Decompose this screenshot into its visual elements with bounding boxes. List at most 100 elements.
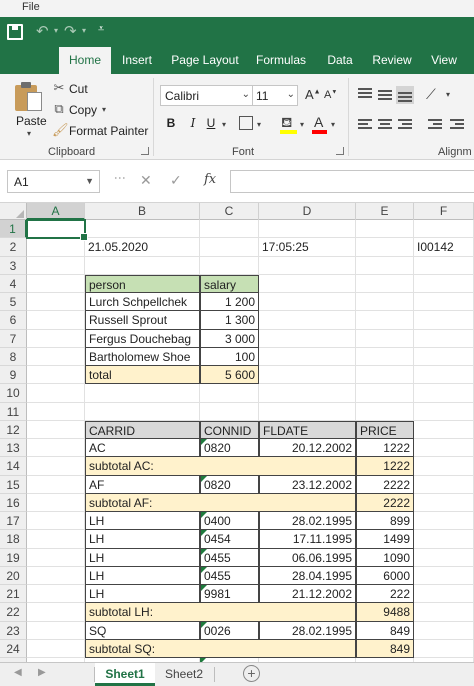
cell[interactable] [27, 274, 85, 293]
customize-qat-icon[interactable]: ⩡ [98, 23, 104, 36]
flight-fldate[interactable]: 28.02.1995 [259, 621, 356, 640]
cell[interactable] [414, 274, 474, 293]
scroll-left-icon[interactable]: ◀ [14, 667, 22, 678]
copy-dropdown-icon[interactable]: ▾ [102, 105, 106, 114]
cell[interactable] [356, 384, 414, 403]
row-header[interactable]: 22 [0, 603, 27, 622]
align-left-icon[interactable] [356, 116, 374, 134]
cell[interactable] [27, 585, 85, 604]
row-header[interactable]: 18 [0, 530, 27, 549]
cell[interactable] [200, 384, 259, 403]
salary-value[interactable]: 3 000 [200, 329, 259, 348]
tab-review[interactable]: Review [367, 47, 417, 74]
salary-total-value[interactable]: 5 600 [200, 366, 259, 385]
redo-icon[interactable]: ↷ [64, 22, 77, 40]
flight-fldate[interactable]: 17.11.1995 [259, 530, 356, 549]
row-header[interactable]: 15 [0, 475, 27, 494]
cell[interactable] [414, 366, 474, 385]
bold-button[interactable]: B [164, 116, 178, 134]
row-header[interactable]: 7 [0, 329, 27, 348]
enter-icon[interactable]: ✓ [170, 172, 182, 189]
insert-function-button[interactable]: fx [204, 172, 216, 187]
flight-header[interactable]: FLDATE [259, 420, 356, 439]
cell[interactable] [414, 439, 474, 458]
cell[interactable] [356, 366, 414, 385]
cell[interactable] [356, 220, 414, 239]
salary-header-salary[interactable]: salary [200, 274, 259, 293]
scroll-right-icon[interactable]: ▶ [38, 667, 46, 678]
cell[interactable] [259, 347, 356, 366]
salary-person[interactable]: Fergus Douchebag [85, 329, 200, 348]
cell[interactable] [356, 274, 414, 293]
row-header[interactable]: 4 [0, 274, 27, 293]
subtotal-label[interactable]: subtotal SQ: [85, 639, 356, 658]
underline-dropdown-icon[interactable]: ▾ [222, 120, 226, 129]
cell[interactable] [259, 329, 356, 348]
file-menu[interactable]: File [22, 1, 40, 13]
cell[interactable] [85, 384, 200, 403]
flight-fldate[interactable]: 06.06.1995 [259, 548, 356, 567]
cell[interactable] [200, 238, 259, 257]
flight-connid[interactable]: 9981 [200, 585, 259, 604]
font-color-dropdown-icon[interactable]: ▾ [331, 120, 335, 129]
tab-home[interactable]: Home [59, 47, 111, 74]
cell[interactable] [27, 256, 85, 275]
salary-total-label[interactable]: total [85, 366, 200, 385]
cell[interactable] [414, 384, 474, 403]
flight-carrid[interactable]: LH [85, 585, 200, 604]
cell[interactable] [414, 639, 474, 658]
flight-connid[interactable]: 0820 [200, 475, 259, 494]
cell[interactable] [85, 256, 200, 275]
cell[interactable] [356, 347, 414, 366]
cell[interactable] [27, 603, 85, 622]
tab-formulas[interactable]: Formulas [250, 47, 312, 74]
middle-align-icon[interactable] [376, 86, 394, 104]
cell[interactable] [259, 311, 356, 330]
flight-fldate[interactable]: 20.12.2002 [259, 439, 356, 458]
cell[interactable] [85, 402, 200, 421]
row-header[interactable]: 20 [0, 566, 27, 585]
orientation-dropdown-icon[interactable]: ▾ [446, 90, 450, 99]
cell[interactable] [200, 256, 259, 275]
row-header[interactable]: 16 [0, 493, 27, 512]
cell[interactable] [356, 238, 414, 257]
cell[interactable] [27, 530, 85, 549]
cell[interactable] [414, 311, 474, 330]
row-header[interactable]: 21 [0, 585, 27, 604]
top-align-icon[interactable] [356, 86, 374, 104]
flight-price[interactable]: 1222 [356, 439, 414, 458]
fill-color-dropdown-icon[interactable]: ▾ [300, 120, 304, 129]
row-header[interactable]: 10 [0, 384, 27, 403]
flight-fldate[interactable]: 28.02.1995 [259, 512, 356, 531]
cell[interactable] [200, 220, 259, 239]
paste-icon[interactable] [15, 82, 43, 112]
cell[interactable] [414, 530, 474, 549]
select-all-button[interactable] [0, 203, 27, 220]
increase-indent-icon[interactable] [448, 116, 466, 134]
cell[interactable] [414, 585, 474, 604]
subtotal-value[interactable]: 2222 [356, 493, 414, 512]
cell-f2[interactable]: I00142 [414, 238, 474, 257]
cell[interactable] [356, 311, 414, 330]
flight-connid[interactable]: 0820 [200, 439, 259, 458]
cell[interactable] [414, 603, 474, 622]
flight-price[interactable]: 1090 [356, 548, 414, 567]
cell[interactable] [414, 256, 474, 275]
flight-header[interactable]: PRICE [356, 420, 414, 439]
tab-data[interactable]: Data [320, 47, 360, 74]
cell[interactable] [414, 621, 474, 640]
row-header[interactable]: 9 [0, 366, 27, 385]
cell[interactable] [414, 512, 474, 531]
flight-carrid[interactable]: LH [85, 530, 200, 549]
cell[interactable] [27, 621, 85, 640]
tab-page-layout[interactable]: Page Layout [167, 47, 243, 74]
salary-value[interactable]: 1 300 [200, 311, 259, 330]
row-header[interactable]: 17 [0, 512, 27, 531]
row-header[interactable]: 6 [0, 311, 27, 330]
row-header[interactable]: 1 [0, 220, 27, 239]
cell[interactable] [356, 293, 414, 312]
cell[interactable] [27, 548, 85, 567]
align-center-icon[interactable] [376, 116, 394, 134]
cell-d2[interactable]: 17:05:25 [259, 238, 356, 257]
undo-icon[interactable]: ↶ [36, 22, 49, 40]
